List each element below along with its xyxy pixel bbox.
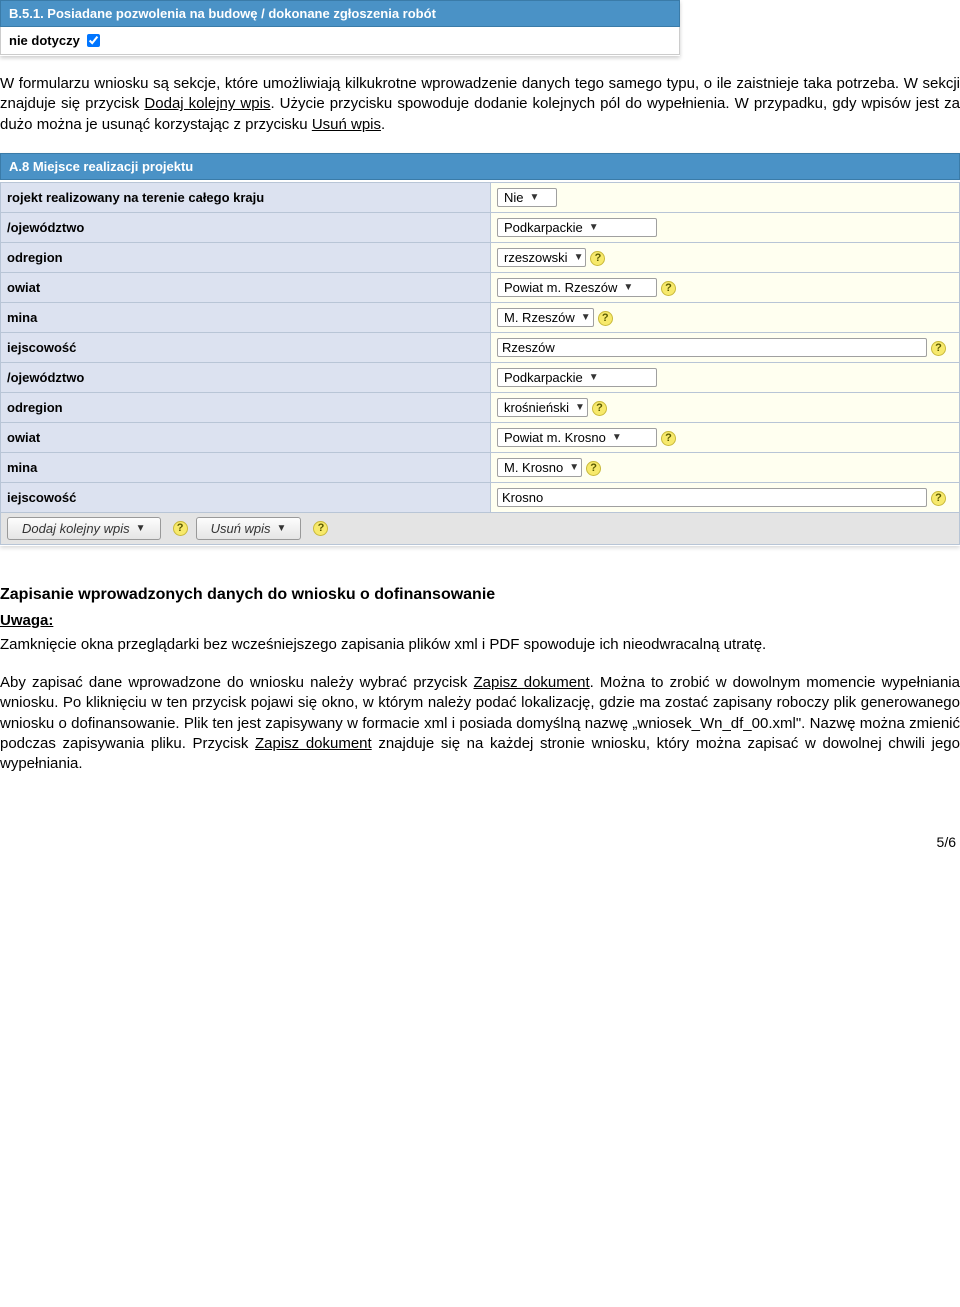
page-number: 5/6 (0, 834, 960, 850)
select-dropdown[interactable]: Podkarpackie▼ (497, 218, 657, 237)
paragraph-1: W formularzu wniosku są sekcje, które um… (0, 74, 960, 135)
select-dropdown[interactable]: Powiat m. Rzeszów▼ (497, 278, 657, 297)
button-bar: Dodaj kolejny wpis▼ ? Usuń wpis▼ ? (0, 513, 960, 545)
field-label: owiat (1, 422, 491, 452)
help-icon[interactable]: ? (592, 401, 607, 416)
field-label: odregion (1, 242, 491, 272)
help-icon[interactable]: ? (313, 521, 328, 536)
add-entry-button[interactable]: Dodaj kolejny wpis▼ (7, 517, 161, 540)
field-label: iejscowość (1, 332, 491, 362)
help-icon[interactable]: ? (931, 341, 946, 356)
form-table: rojekt realizowany na terenie całego kra… (0, 182, 960, 513)
field-value-cell: Powiat m. Rzeszów▼? (491, 272, 960, 302)
help-icon[interactable]: ? (173, 521, 188, 536)
chevron-down-icon: ▼ (612, 432, 622, 443)
help-icon[interactable]: ? (931, 491, 946, 506)
field-label: mina (1, 302, 491, 332)
field-value-cell: rzeszowski▼? (491, 242, 960, 272)
help-icon[interactable]: ? (661, 431, 676, 446)
help-icon[interactable]: ? (586, 461, 601, 476)
field-value-cell: Powiat m. Krosno▼? (491, 422, 960, 452)
field-label: rojekt realizowany na terenie całego kra… (1, 182, 491, 212)
field-value-cell: M. Krosno▼? (491, 452, 960, 482)
paragraph-3: Aby zapisać dane wprowadzone do wniosku … (0, 673, 960, 774)
select-dropdown[interactable]: Podkarpackie▼ (497, 368, 657, 387)
text-input[interactable]: Krosno (497, 488, 927, 507)
select-dropdown[interactable]: M. Krosno▼ (497, 458, 582, 477)
chevron-down-icon: ▼ (589, 222, 599, 233)
heading-save: Zapisanie wprowadzonych danych do wniosk… (0, 586, 960, 604)
field-value-cell: Podkarpackie▼ (491, 212, 960, 242)
chevron-down-icon: ▼ (574, 252, 584, 263)
help-icon[interactable]: ? (590, 251, 605, 266)
field-label: mina (1, 452, 491, 482)
field-label: odregion (1, 392, 491, 422)
field-value-cell: Krosno? (491, 482, 960, 512)
chevron-down-icon: ▼ (581, 312, 591, 323)
chevron-down-icon: ▼ (589, 372, 599, 383)
select-dropdown[interactable]: M. Rzeszów▼ (497, 308, 594, 327)
field-value-cell: krośnieński▼? (491, 392, 960, 422)
section-b51-header: B.5.1. Posiadane pozwolenia na budowę / … (0, 0, 680, 27)
field-value-cell: Podkarpackie▼ (491, 362, 960, 392)
chevron-down-icon: ▼ (136, 523, 146, 534)
heading-warning: Uwaga: (0, 612, 960, 629)
field-value-cell: Nie▼ (491, 182, 960, 212)
chevron-down-icon: ▼ (569, 462, 579, 473)
nie-dotyczy-checkbox[interactable] (87, 34, 100, 47)
chevron-down-icon: ▼ (575, 402, 585, 413)
field-value-cell: Rzeszów? (491, 332, 960, 362)
field-label: iejscowość (1, 482, 491, 512)
chevron-down-icon: ▼ (623, 282, 633, 293)
select-dropdown[interactable]: rzeszowski▼ (497, 248, 586, 267)
select-dropdown[interactable]: krośnieński▼ (497, 398, 588, 417)
help-icon[interactable]: ? (661, 281, 676, 296)
field-label: owiat (1, 272, 491, 302)
paragraph-2: Zamknięcie okna przeglądarki bez wcześni… (0, 635, 960, 655)
delete-entry-button[interactable]: Usuń wpis▼ (196, 517, 302, 540)
chevron-down-icon: ▼ (530, 192, 540, 203)
chevron-down-icon: ▼ (277, 523, 287, 534)
nie-dotyczy-label: nie dotyczy (9, 33, 80, 48)
section-a8-header: A.8 Miejsce realizacji projektu (0, 153, 960, 180)
field-label: /ojewództwo (1, 362, 491, 392)
field-value-cell: M. Rzeszów▼? (491, 302, 960, 332)
text-input[interactable]: Rzeszów (497, 338, 927, 357)
help-icon[interactable]: ? (598, 311, 613, 326)
select-dropdown[interactable]: Powiat m. Krosno▼ (497, 428, 657, 447)
select-dropdown[interactable]: Nie▼ (497, 188, 557, 207)
field-label: /ojewództwo (1, 212, 491, 242)
